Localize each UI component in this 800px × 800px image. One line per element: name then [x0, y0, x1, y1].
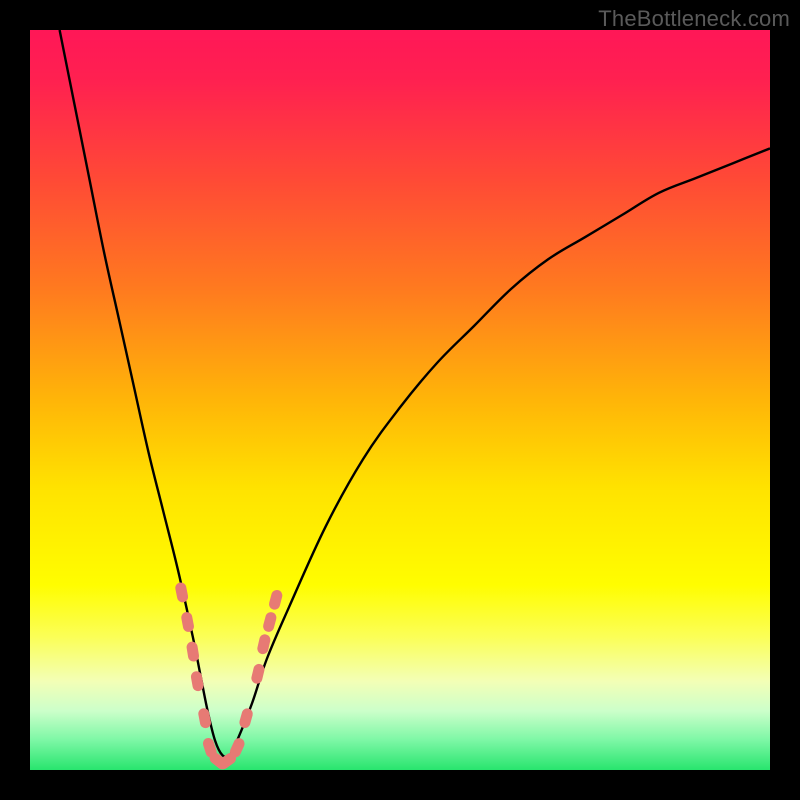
chart-svg — [30, 30, 770, 770]
curve-marker — [268, 589, 284, 611]
curve-marker — [186, 641, 200, 663]
marker-layer — [174, 582, 283, 770]
chart-frame: TheBottleneck.com — [0, 0, 800, 800]
curve-marker — [190, 670, 204, 692]
curve-marker — [180, 611, 194, 633]
curve-marker — [238, 707, 254, 729]
watermark-text: TheBottleneck.com — [598, 6, 790, 32]
curve-marker — [174, 582, 189, 604]
bottleneck-curve — [60, 30, 770, 757]
plot-area — [30, 30, 770, 770]
curve-marker — [250, 663, 265, 685]
curve-marker — [197, 707, 212, 729]
curve-marker — [262, 611, 278, 633]
